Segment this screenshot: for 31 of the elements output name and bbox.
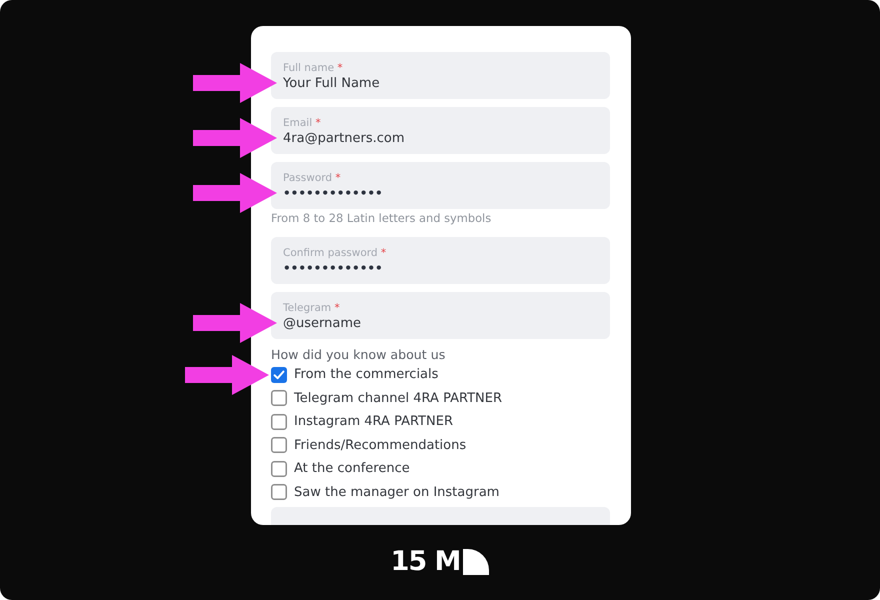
field-value: 4ra@partners.com — [283, 130, 404, 147]
text-field[interactable]: Full name * Your Full Name — [271, 52, 610, 99]
field-value: ••••••••••••• — [283, 185, 383, 202]
field-label: Email * — [283, 116, 321, 130]
checkbox[interactable] — [271, 460, 287, 477]
checkbox-label: From the commercials — [294, 367, 438, 382]
question-label: How did you know about us — [271, 347, 446, 363]
text-field[interactable]: Telegram * @username — [271, 292, 610, 339]
field-hint: From 8 to 28 Latin letters and symbols — [271, 211, 492, 226]
text-field[interactable]: Email * 4ra@partners.com — [271, 107, 610, 154]
checkbox-label: Friends/Recommendations — [294, 438, 466, 453]
field-value: ••••••••••••• — [283, 260, 383, 277]
field-value: @username — [283, 315, 361, 332]
field-value: Your Full Name — [283, 75, 380, 92]
checkbox-label: At the conference — [294, 461, 410, 476]
checkbox[interactable] — [271, 414, 287, 430]
checkbox-label: Instagram 4RA PARTNER — [294, 414, 453, 430]
text-field[interactable]: Confirm password * ••••••••••••• — [271, 237, 610, 284]
field-label: Full name * — [283, 61, 343, 75]
checkbox[interactable] — [271, 437, 287, 454]
checkbox[interactable] — [271, 366, 287, 383]
text-field[interactable]: Password * ••••••••••••• — [271, 162, 610, 209]
checkbox[interactable] — [271, 484, 287, 500]
field-label: Confirm password * — [283, 246, 386, 260]
checkbox[interactable] — [271, 390, 287, 406]
text-field[interactable] — [271, 507, 610, 525]
logo-text: 15 M — [390, 547, 460, 577]
field-label: Password * — [283, 171, 341, 185]
checkbox-label: Telegram channel 4RA PARTNER — [294, 390, 502, 406]
checkbox-label: Saw the manager on Instagram — [294, 484, 500, 500]
field-label: Telegram * — [283, 301, 340, 315]
